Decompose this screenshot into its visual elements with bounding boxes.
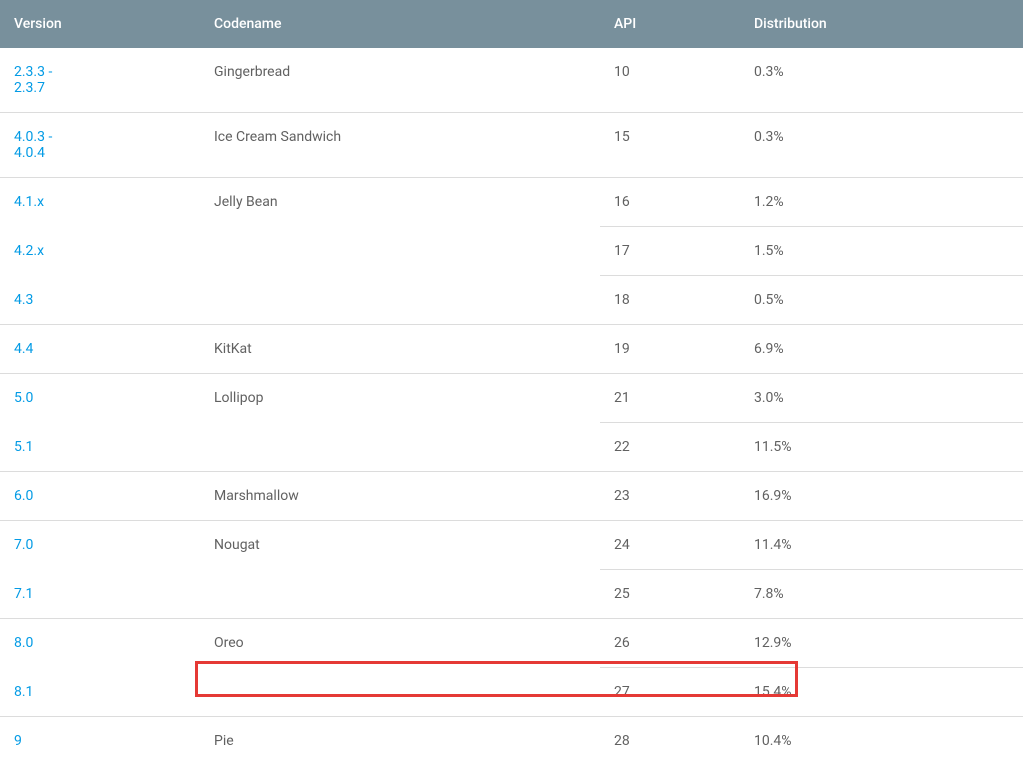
cell-version: 8.0 [0, 619, 200, 668]
version-link[interactable]: 2.3.3 - 2.3.7 [14, 64, 52, 96]
version-link[interactable]: 6.0 [14, 488, 33, 504]
version-link[interactable]: 5.1 [14, 439, 33, 455]
cell-codename: Ice Cream Sandwich [200, 113, 600, 178]
cell-api: 18 [600, 276, 740, 325]
cell-distribution: 16.9% [740, 472, 1023, 521]
cell-distribution: 1.2% [740, 178, 1023, 227]
cell-distribution: 15.4% [740, 668, 1023, 717]
android-distribution-table: Version Codename API Distribution 2.3.3 … [0, 0, 1023, 765]
cell-distribution: 10.4% [740, 717, 1023, 765]
version-link[interactable]: 4.4 [14, 341, 33, 357]
cell-version: 4.2.x [0, 227, 200, 276]
version-link[interactable]: 7.0 [14, 537, 33, 553]
cell-distribution: 0.3% [740, 48, 1023, 113]
cell-version: 8.1 [0, 668, 200, 717]
table-row: 7.0 Nougat2411.4% [0, 521, 1023, 570]
table-row: 6.0 Marshmallow2316.9% [0, 472, 1023, 521]
cell-distribution: 11.5% [740, 423, 1023, 472]
cell-version: 5.0 [0, 374, 200, 423]
cell-api: 10 [600, 48, 740, 113]
cell-api: 16 [600, 178, 740, 227]
header-distribution: Distribution [740, 0, 1023, 48]
cell-version: 9 [0, 717, 200, 765]
cell-version: 5.1 [0, 423, 200, 472]
cell-api: 21 [600, 374, 740, 423]
version-link[interactable]: 4.2.x [14, 243, 44, 259]
table-row: 4.1.x Jelly Bean161.2% [0, 178, 1023, 227]
table-row: 7.1 257.8% [0, 570, 1023, 619]
cell-version: 7.1 [0, 570, 200, 619]
cell-version: 4.3 [0, 276, 200, 325]
cell-api: 27 [600, 668, 740, 717]
cell-codename [200, 570, 600, 619]
cell-version: 4.4 [0, 325, 200, 374]
cell-codename [200, 227, 600, 276]
version-link[interactable]: 8.0 [14, 635, 33, 651]
version-link[interactable]: 7.1 [14, 586, 33, 602]
table-row: 5.0 Lollipop213.0% [0, 374, 1023, 423]
table-header-row: Version Codename API Distribution [0, 0, 1023, 48]
cell-api: 28 [600, 717, 740, 765]
cell-codename: KitKat [200, 325, 600, 374]
table-row: 8.1 2715.4% [0, 668, 1023, 717]
cell-version: 2.3.3 - 2.3.7 [0, 48, 200, 113]
version-link[interactable]: 8.1 [14, 684, 33, 700]
cell-codename: Gingerbread [200, 48, 600, 113]
table-row: 4.0.3 - 4.0.4 Ice Cream Sandwich150.3% [0, 113, 1023, 178]
table-row: 9 Pie2810.4% [0, 717, 1023, 765]
cell-distribution: 11.4% [740, 521, 1023, 570]
cell-distribution: 1.5% [740, 227, 1023, 276]
cell-distribution: 0.5% [740, 276, 1023, 325]
cell-codename: Nougat [200, 521, 600, 570]
header-api: API [600, 0, 740, 48]
table-row: 4.3 180.5% [0, 276, 1023, 325]
cell-distribution: 12.9% [740, 619, 1023, 668]
version-link[interactable]: 5.0 [14, 390, 33, 406]
cell-codename: Lollipop [200, 374, 600, 423]
cell-version: 6.0 [0, 472, 200, 521]
cell-api: 26 [600, 619, 740, 668]
cell-distribution: 6.9% [740, 325, 1023, 374]
cell-api: 19 [600, 325, 740, 374]
version-link[interactable]: 9 [14, 733, 22, 749]
cell-distribution: 3.0% [740, 374, 1023, 423]
header-codename: Codename [200, 0, 600, 48]
table-row: 4.4 KitKat196.9% [0, 325, 1023, 374]
cell-codename: Oreo [200, 619, 600, 668]
cell-version: 7.0 [0, 521, 200, 570]
table-row: 4.2.x 171.5% [0, 227, 1023, 276]
table-row: 2.3.3 - 2.3.7 Gingerbread100.3% [0, 48, 1023, 113]
version-link[interactable]: 4.0.3 - 4.0.4 [14, 129, 52, 161]
cell-api: 24 [600, 521, 740, 570]
cell-api: 22 [600, 423, 740, 472]
cell-codename [200, 423, 600, 472]
cell-codename: Marshmallow [200, 472, 600, 521]
cell-api: 23 [600, 472, 740, 521]
version-link[interactable]: 4.3 [14, 292, 33, 308]
cell-version: 4.0.3 - 4.0.4 [0, 113, 200, 178]
cell-codename: Pie [200, 717, 600, 765]
cell-codename [200, 668, 600, 717]
cell-codename [200, 276, 600, 325]
cell-version: 4.1.x [0, 178, 200, 227]
cell-api: 25 [600, 570, 740, 619]
cell-api: 17 [600, 227, 740, 276]
cell-api: 15 [600, 113, 740, 178]
table-row: 8.0 Oreo2612.9% [0, 619, 1023, 668]
version-link[interactable]: 4.1.x [14, 194, 44, 210]
cell-distribution: 7.8% [740, 570, 1023, 619]
cell-distribution: 0.3% [740, 113, 1023, 178]
cell-codename: Jelly Bean [200, 178, 600, 227]
table-row: 5.1 2211.5% [0, 423, 1023, 472]
header-version: Version [0, 0, 200, 48]
